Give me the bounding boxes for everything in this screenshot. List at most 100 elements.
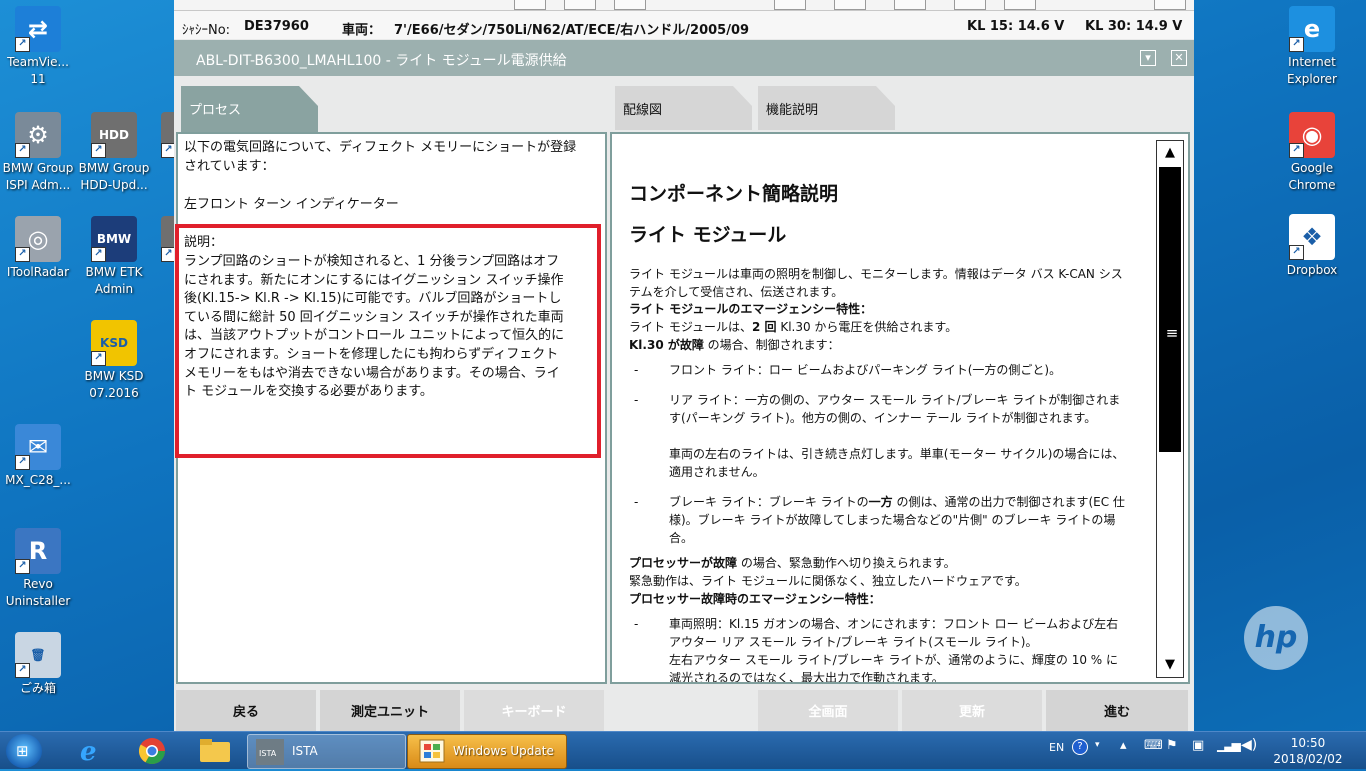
text: Kl.30 から電圧を供給されます。	[776, 320, 958, 334]
next-button[interactable]: 進む	[1046, 690, 1188, 731]
text: ブレーキ ライト：ブレーキ ライトの	[669, 495, 869, 509]
desktop-icon-label: Dropbox	[1286, 263, 1338, 277]
toolbar-button[interactable]	[514, 0, 546, 10]
list-bullet: -	[634, 617, 639, 631]
help-icon[interactable]: ?	[1072, 739, 1088, 755]
toolbar-button[interactable]	[894, 0, 926, 10]
tray-expand-icon[interactable]: ▴	[1120, 738, 1127, 753]
paragraph: 緊急動作は、ライト モジュールに関係なく、独立したハードウェアです。	[629, 574, 1027, 588]
scrollbar-thumb[interactable]: ≡	[1159, 167, 1181, 452]
paragraph: Kl.30 が故障 の場合、制御されます：	[629, 337, 1129, 355]
tray-app-icon[interactable]: ⌨	[1144, 738, 1163, 753]
hp-logo: hp	[1244, 606, 1308, 670]
desktop-left-icon-4[interactable]: ◎ ↗ IToolRadar	[0, 216, 76, 281]
desktop-icon-label: TeamVie... 11	[7, 55, 69, 86]
desktop-left-icon-10[interactable]: 🗑 ↗ ごみ箱	[0, 632, 76, 697]
shortcut-arrow-icon: ↗	[91, 143, 106, 158]
shortcut-arrow-icon: ↗	[1289, 37, 1304, 52]
taskbar-ista[interactable]: ISTA ISTA	[247, 734, 406, 769]
desktop-icon-label: BMW Group ISPI Adm...	[2, 161, 74, 192]
shortcut-arrow-icon: ↗	[15, 455, 30, 470]
desktop-right-icon-1[interactable]: ◉ ↗ Google Chrome	[1274, 112, 1350, 194]
taskbar-chrome[interactable]	[132, 734, 172, 767]
text: の場合、緊急動作へ切り換えられます。	[737, 556, 956, 570]
clock[interactable]: 10:50 2018/02/02	[1268, 735, 1348, 767]
fullscreen-button[interactable]: 全画面	[758, 690, 898, 731]
desktop-icon-label: BMW ETK Admin	[85, 265, 143, 296]
list-bullet: -	[634, 393, 639, 407]
desktop-icon-label: IToolRadar	[6, 265, 70, 279]
toolbar-button[interactable]	[564, 0, 596, 10]
shortcut-arrow-icon: ↗	[15, 143, 30, 158]
back-button[interactable]: 戻る	[176, 690, 316, 731]
keyboard-button[interactable]: キーボード	[464, 690, 604, 731]
tab-function[interactable]: 機能説明	[758, 86, 895, 130]
tab-process[interactable]: プロセス	[181, 86, 318, 132]
scroll-down-icon[interactable]: ▼	[1157, 653, 1183, 677]
scroll-up-icon[interactable]: ▲	[1157, 141, 1183, 165]
paragraph: ライト モジュールは、2 回 Kl.30 から電圧を供給されます。	[629, 319, 1129, 337]
app-icon: ◉ ↗	[1289, 112, 1335, 158]
list-item: ブレーキ ライト：ブレーキ ライトの一方 の側は、通常の出力で制御されます(EC…	[669, 494, 1129, 547]
window-titlebar: ABL-DIT-B6300_LMAHL100 - ライト モジュール電源供給 ▾…	[174, 40, 1194, 76]
tray-flag-icon[interactable]: ⚑	[1166, 738, 1178, 753]
taskbar-windows-update[interactable]: Windows Update	[407, 734, 567, 769]
taskbar-wu-label: Windows Update	[453, 744, 554, 758]
shortcut-arrow-icon: ↗	[1289, 245, 1304, 260]
desktop-icon-label: ごみ箱	[19, 681, 56, 695]
tray-device-icon[interactable]: ▣	[1192, 738, 1204, 753]
desktop-left-icon-5[interactable]: BMW ↗ BMW ETK Admin	[76, 216, 152, 298]
toolbar-button[interactable]	[614, 0, 646, 10]
desktop-left-icon-1[interactable]: ⚙ ↗ BMW Group ISPI Adm...	[0, 112, 76, 194]
minimize-icon[interactable]: ▾	[1140, 50, 1156, 66]
measuring-unit-button[interactable]: 測定ユニット	[320, 690, 460, 731]
list-item-cont: 車両の左右のライトは、引き続き点灯します。単車(モーター サイクル)の場合には、…	[669, 447, 1125, 479]
list-item: リア ライト：一方の側の、アウター スモール ライト/ブレーキ ライトが制御され…	[669, 393, 1121, 425]
section-heading: ライト モジュールのエマージェンシー特性：	[629, 302, 873, 316]
desktop-right-icon-0[interactable]: e ↗ Internet Explorer	[1274, 6, 1350, 88]
desktop-left-icon-0[interactable]: ⇄ ↗ TeamVie... 11	[0, 6, 76, 88]
toolbar-button[interactable]	[954, 0, 986, 10]
taskbar-ie[interactable]: e	[70, 734, 110, 767]
windows-flag-icon: ⊞	[16, 742, 29, 760]
app-icon: 🗑 ↗	[15, 632, 61, 678]
svg-text:ISTA: ISTA	[259, 749, 277, 758]
clock-date: 2018/02/02	[1273, 752, 1343, 766]
grip-icon: ≡	[1165, 324, 1179, 342]
desktop-icon-label: BMW KSD 07.2016	[84, 369, 144, 400]
volume-icon[interactable]: ◀)	[1241, 737, 1257, 753]
language-indicator[interactable]: EN	[1049, 741, 1064, 754]
app-icon: ❖ ↗	[1289, 214, 1335, 260]
toolbar-button[interactable]	[1004, 0, 1036, 10]
desktop-left-icon-9[interactable]: R ↗ Revo Uninstaller	[0, 528, 76, 610]
network-icon[interactable]: ▁▃▅	[1217, 738, 1241, 752]
vertical-scrollbar[interactable]: ▲ ≡ ▼	[1156, 140, 1184, 678]
tab-wiring[interactable]: 配線図	[615, 86, 752, 130]
taskbar-explorer[interactable]	[194, 734, 236, 767]
toolbar-button[interactable]	[1154, 0, 1186, 10]
shortcut-arrow-icon: ↗	[91, 351, 106, 366]
desktop-left-icon-2[interactable]: HDD ↗ BMW Group HDD-Upd...	[76, 112, 152, 194]
refresh-button[interactable]: 更新	[902, 690, 1042, 731]
toolbar-button[interactable]	[834, 0, 866, 10]
section-heading: プロセッサー故障時のエマージェンシー特性：	[629, 592, 881, 606]
desktop-right-icon-2[interactable]: ❖ ↗ Dropbox	[1274, 214, 1350, 279]
paragraph: プロセッサーが故障 の場合、緊急動作へ切り換えられます。	[629, 555, 1129, 573]
text: の場合、制御されます：	[703, 338, 840, 352]
vin-label: ｼｬｼｰNo:	[182, 23, 231, 38]
intro-text: 以下の電気回路について、ディフェクト メモリーにショートが登録されています：	[184, 140, 577, 174]
desktop-left-icon-8[interactable]: ✉ ↗ MX_C28_...	[0, 424, 76, 489]
clock-time: 10:50	[1290, 736, 1326, 750]
desktop-left-icon-7[interactable]: KSD ↗ BMW KSD 07.2016	[76, 320, 152, 402]
taskbar: ⊞ e ISTA ISTA Windows Update EN ? ▾ ▴ ⌨ …	[0, 731, 1366, 769]
tab-wiring-label: 配線図	[623, 103, 663, 118]
component-name: 左フロント ターン インディケーター	[184, 197, 399, 212]
close-icon[interactable]: ✕	[1171, 50, 1187, 66]
start-button[interactable]: ⊞	[6, 734, 42, 768]
toolbar-button[interactable]	[774, 0, 806, 10]
vehicle-info-bar: ｼｬｼｰNo: DE37960 車両： 7'/E66/セダン/750Li/N62…	[174, 11, 1194, 39]
tray-arrow-icon[interactable]: ▾	[1095, 740, 1100, 750]
folder-icon	[200, 739, 230, 762]
list-item: 車両照明：Kl.15 ガオンの場合、オンにされます：フロント ロー ビームおよび…	[669, 617, 1119, 649]
app-icon: BMW ↗	[91, 216, 137, 262]
